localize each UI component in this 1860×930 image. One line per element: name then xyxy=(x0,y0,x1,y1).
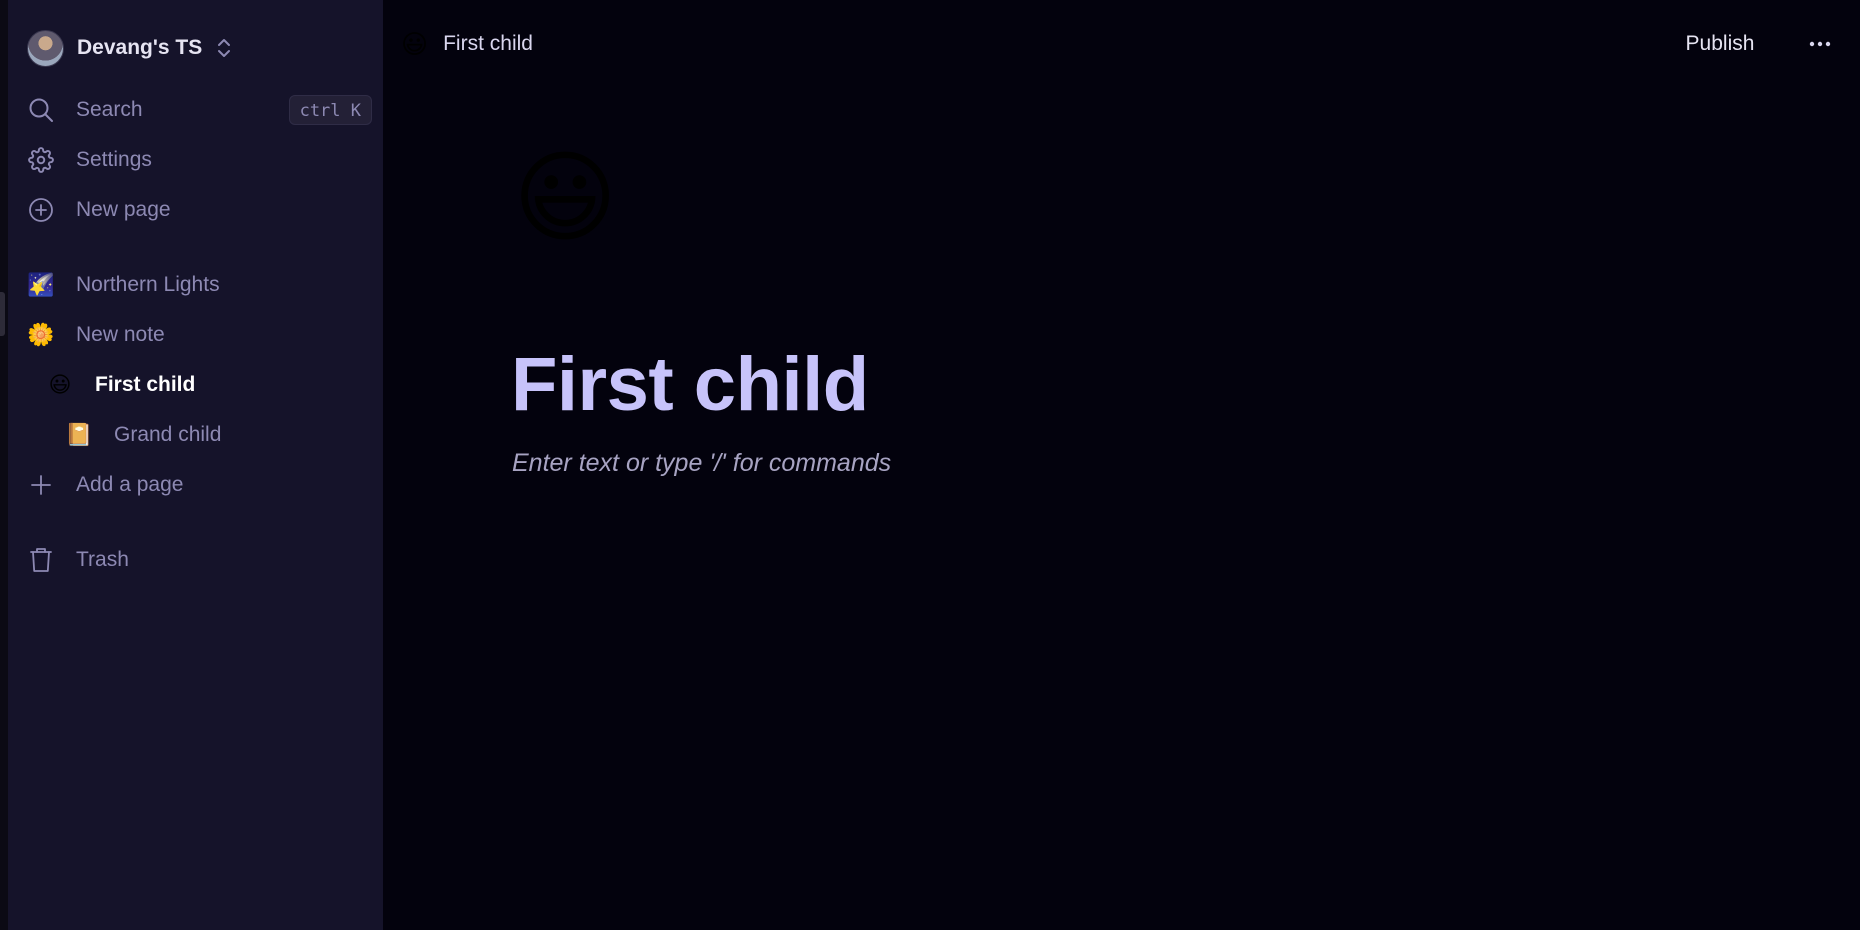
page-emoji-icon: 🌼 xyxy=(27,322,55,347)
sidebar-item-label: Search xyxy=(76,98,143,121)
sidebar-item-label: Trash xyxy=(76,548,129,571)
page-title[interactable]: First child xyxy=(511,340,869,430)
trash-icon xyxy=(27,546,55,574)
plus-circle-icon xyxy=(27,196,55,224)
sidebar-item-label: Grand child xyxy=(114,423,222,446)
page-emoji-icon: 😃 xyxy=(48,372,72,397)
workspace-switcher[interactable]: Devang's TS xyxy=(27,26,267,70)
search-icon xyxy=(27,96,55,124)
page-icon[interactable]: 😃 xyxy=(513,140,629,256)
plus-icon xyxy=(27,471,55,499)
page-emoji-icon: 📔 xyxy=(65,422,93,447)
sidebar-page-northern-lights[interactable]: 🌠 Northern Lights xyxy=(27,265,372,305)
sidebar-item-label: New page xyxy=(76,198,171,221)
breadcrumb-label: First child xyxy=(443,32,533,55)
gear-icon xyxy=(27,146,55,174)
page-emoji-icon: 😃 xyxy=(401,28,429,59)
shortcut-badge: ctrl K xyxy=(288,95,372,125)
sidebar-item-label: Northern Lights xyxy=(76,273,220,296)
publish-button[interactable]: Publish xyxy=(1668,26,1772,62)
sidebar-item-label: Add a page xyxy=(76,473,184,496)
window-edge xyxy=(0,0,8,930)
sidebar-item-add-page[interactable]: Add a page xyxy=(27,465,372,505)
sidebar-page-first-child[interactable]: 😃 First child xyxy=(46,365,391,405)
more-horizontal-icon[interactable] xyxy=(1802,26,1838,62)
workspace-name: Devang's TS xyxy=(77,36,203,59)
editor-placeholder[interactable]: Enter text or type '/' for commands xyxy=(512,446,1412,480)
sidebar-item-settings[interactable]: Settings xyxy=(27,140,372,180)
sidebar-item-search[interactable]: Search ctrl K xyxy=(27,90,372,130)
sidebar-page-grand-child[interactable]: 📔 Grand child xyxy=(65,415,410,455)
resize-handle[interactable] xyxy=(0,292,5,336)
sidebar-item-new-page[interactable]: New page xyxy=(27,190,372,230)
sidebar: Devang's TS Search ctrl K Settings New p… xyxy=(8,0,383,930)
avatar xyxy=(27,29,64,67)
sidebar-item-label: New note xyxy=(76,323,165,346)
chevron-up-down-icon xyxy=(216,37,232,59)
sidebar-item-label: Settings xyxy=(76,148,152,171)
sidebar-item-trash[interactable]: Trash xyxy=(27,540,372,580)
page-emoji-icon: 🌠 xyxy=(27,272,55,297)
breadcrumb[interactable]: 😃 First child xyxy=(401,26,533,62)
app-window: Devang's TS Search ctrl K Settings New p… xyxy=(0,0,1860,930)
sidebar-item-label: First child xyxy=(95,373,196,396)
sidebar-page-new-note[interactable]: 🌼 New note xyxy=(27,315,372,355)
